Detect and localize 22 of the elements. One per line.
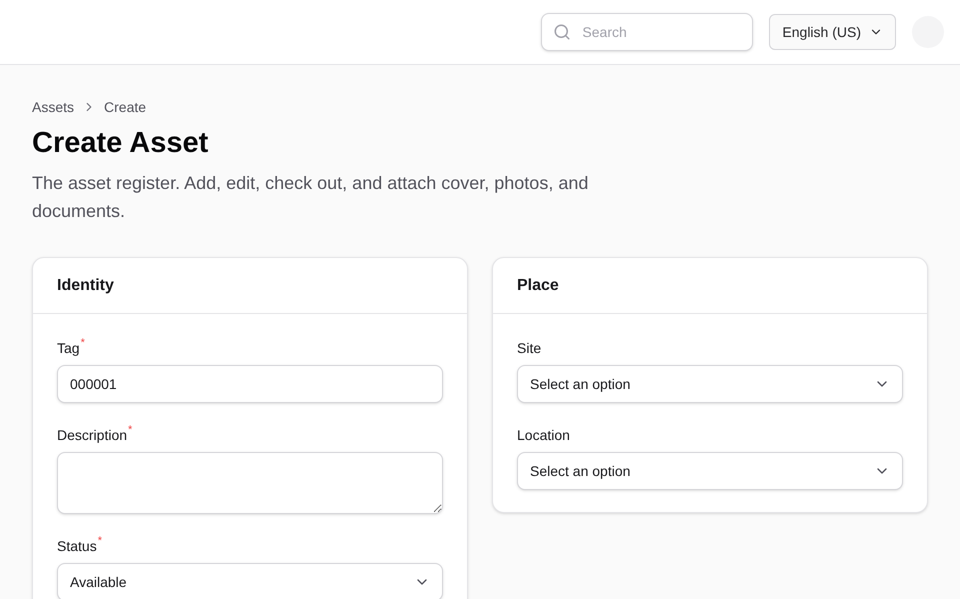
breadcrumb-item[interactable]: Create	[104, 97, 146, 117]
field-label: Location	[517, 426, 570, 446]
card-title: Identity	[57, 276, 114, 296]
select-field[interactable]: Select an option	[517, 365, 903, 404]
page-description: The asset register. Add, edit, check out, and attach cover, photos, and documents.	[32, 172, 590, 224]
select-field[interactable]: Available	[57, 563, 443, 599]
field-label: Status	[57, 537, 97, 556]
select-field[interactable]: Select an option	[517, 452, 903, 490]
required-mark: *	[98, 536, 102, 548]
field-label: Site	[517, 339, 542, 358]
field-label: Tag	[57, 339, 80, 358]
field-label: Description	[57, 426, 128, 446]
required-mark: *	[128, 425, 132, 436]
breadcrumb-item[interactable]: Assets	[32, 97, 74, 117]
page-title: Create Asset	[32, 126, 210, 161]
search-icon	[553, 23, 572, 41]
text-field[interactable]: 000001	[57, 365, 443, 404]
card-title: Place	[517, 276, 559, 296]
search-field[interactable]: Search	[541, 13, 754, 51]
language-selector[interactable]: English (US)	[769, 14, 896, 50]
textarea-field[interactable]	[57, 452, 443, 514]
required-mark: *	[80, 338, 85, 350]
